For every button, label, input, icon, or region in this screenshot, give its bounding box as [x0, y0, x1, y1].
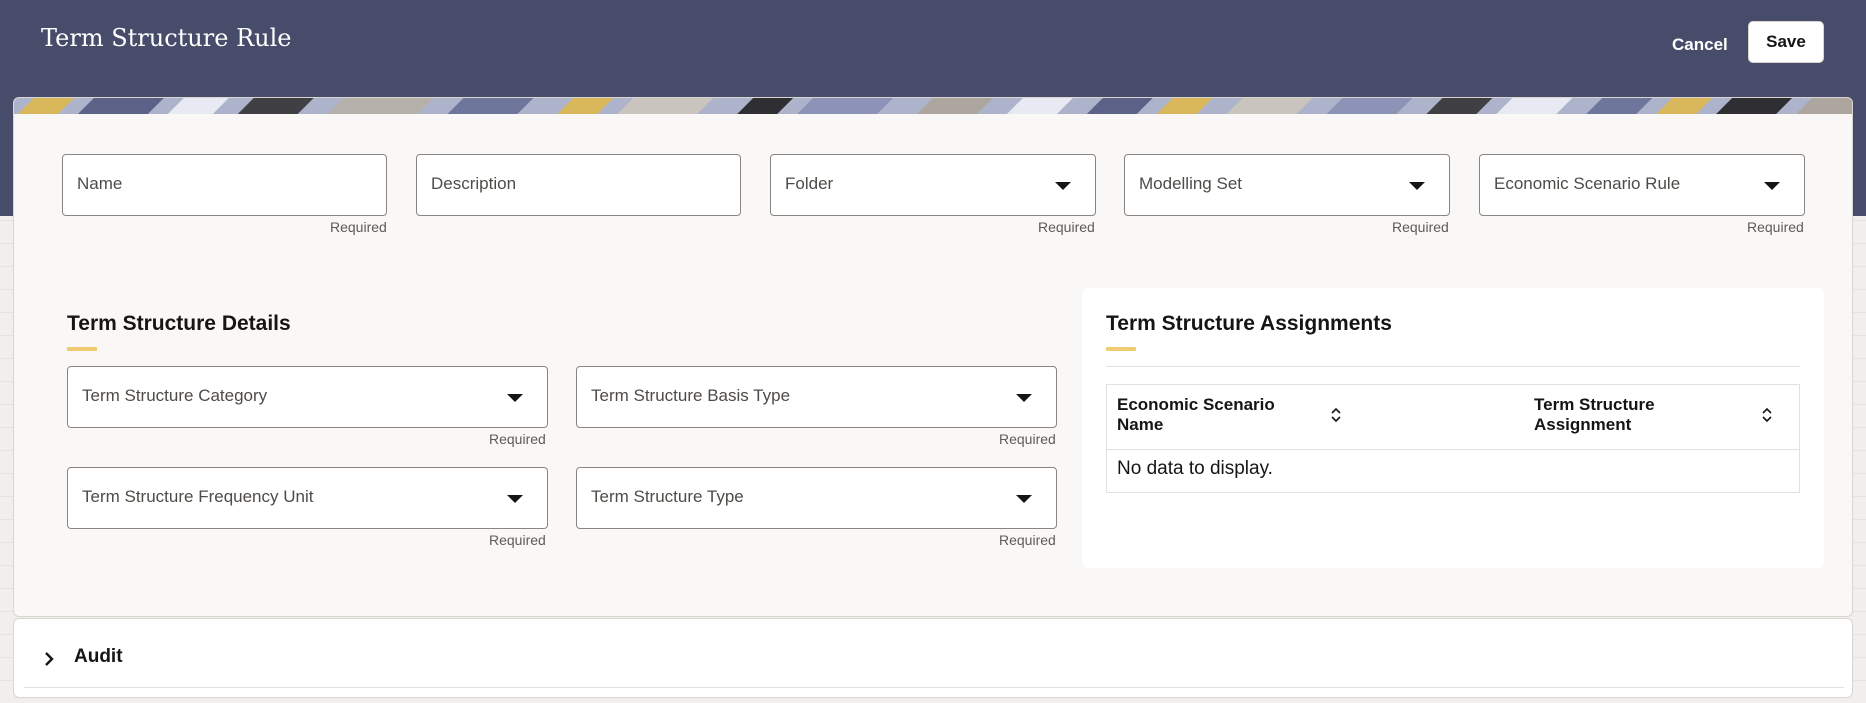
description-field-label: Description [431, 174, 517, 193]
assignments-title-accent [1106, 347, 1136, 351]
no-data-message: No data to display. [1117, 458, 1273, 479]
modelling-set-required-hint: Required [1392, 219, 1449, 235]
assignments-table: Economic Scenario Name Term Structure As… [1106, 384, 1800, 493]
page-title: Term Structure Rule [41, 24, 292, 52]
description-field[interactable]: Description [416, 154, 741, 216]
cancel-button[interactable]: Cancel [1664, 30, 1736, 60]
term-structure-type-label: Term Structure Type [591, 487, 744, 506]
rule-form-card: Name Required Description Folder Require… [13, 97, 1853, 617]
economic-scenario-rule-select-label: Economic Scenario Rule [1494, 174, 1681, 193]
assignments-panel: Term Structure Assignments Economic Scen… [1082, 288, 1824, 568]
caret-down-icon [1764, 182, 1780, 190]
audit-divider [24, 687, 1844, 688]
audit-section: Audit [13, 618, 1853, 698]
term-structure-category-required-hint: Required [489, 431, 546, 447]
term-structure-basis-type-select[interactable]: Term Structure Basis Type [576, 366, 1057, 428]
audit-toggle-label[interactable]: Audit [74, 646, 123, 668]
sort-icon[interactable] [1329, 405, 1343, 425]
caret-down-icon [1016, 394, 1032, 402]
caret-down-icon [1016, 495, 1032, 503]
term-structure-type-select[interactable]: Term Structure Type [576, 467, 1057, 529]
caret-down-icon [507, 394, 523, 402]
term-structure-category-select[interactable]: Term Structure Category [67, 366, 548, 428]
name-required-hint: Required [330, 219, 387, 235]
term-structure-frequency-unit-label: Term Structure Frequency Unit [82, 487, 314, 506]
term-structure-basis-type-label: Term Structure Basis Type [591, 386, 791, 405]
assignments-section-title: Term Structure Assignments [1106, 312, 1392, 335]
caret-down-icon [507, 495, 523, 503]
modelling-set-select[interactable]: Modelling Set [1124, 154, 1450, 216]
chevron-right-icon[interactable] [42, 649, 56, 669]
name-field-label: Name [77, 174, 123, 193]
details-title-accent [67, 347, 97, 351]
economic-scenario-rule-select[interactable]: Economic Scenario Rule [1479, 154, 1805, 216]
term-structure-frequency-unit-select[interactable]: Term Structure Frequency Unit [67, 467, 548, 529]
folder-required-hint: Required [1038, 219, 1095, 235]
table-header-separator [1107, 449, 1799, 450]
caret-down-icon [1409, 182, 1425, 190]
economic-scenario-rule-required-hint: Required [1747, 219, 1804, 235]
term-structure-basis-type-required-hint: Required [999, 431, 1056, 447]
sort-icon[interactable] [1760, 405, 1774, 425]
decorative-banner [14, 98, 1852, 114]
assignments-divider [1106, 366, 1800, 367]
caret-down-icon [1055, 182, 1071, 190]
folder-select[interactable]: Folder [770, 154, 1096, 216]
details-section-title: Term Structure Details [67, 312, 291, 335]
term-structure-category-label: Term Structure Category [82, 386, 268, 405]
folder-select-label: Folder [785, 174, 834, 193]
term-structure-frequency-unit-required-hint: Required [489, 532, 546, 548]
column-header-economic-scenario-name[interactable]: Economic Scenario Name [1117, 395, 1317, 435]
term-structure-type-required-hint: Required [999, 532, 1056, 548]
name-field[interactable]: Name [62, 154, 387, 216]
save-button[interactable]: Save [1748, 21, 1824, 63]
column-header-term-structure-assignment[interactable]: Term Structure Assignment [1534, 395, 1684, 435]
modelling-set-select-label: Modelling Set [1139, 174, 1243, 193]
